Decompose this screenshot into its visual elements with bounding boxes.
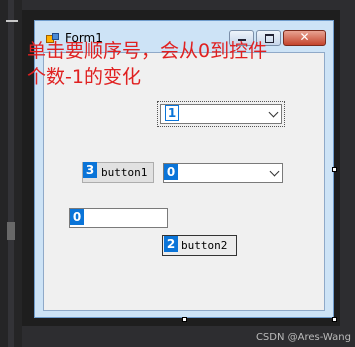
chevron-down-icon [269, 166, 280, 177]
tab-order-badge[interactable]: 1 [165, 105, 179, 121]
close-button[interactable]: ✕ [283, 30, 326, 46]
combobox-middle[interactable] [163, 163, 283, 183]
tab-order-badge[interactable]: 0 [164, 164, 178, 180]
resize-handle-right[interactable] [332, 167, 337, 172]
instruction-note: 单击要顺序号，会从0到控件个数-1的变化 [27, 40, 268, 88]
resize-handle-bottom[interactable] [182, 317, 187, 322]
ide-scrollbar[interactable] [8, 0, 14, 347]
tab-order-badge[interactable]: 2 [164, 236, 178, 252]
tab-order-badge[interactable]: 3 [83, 162, 97, 178]
resize-handle-corner[interactable] [332, 317, 337, 322]
tab-order-badge[interactable]: 0 [70, 209, 84, 225]
chevron-down-icon [268, 107, 279, 118]
ide-tick-mark [6, 20, 18, 22]
close-icon: ✕ [299, 30, 310, 44]
watermark: CSDN @Ares-Wang [255, 332, 351, 343]
ide-left-panel [0, 0, 22, 347]
ide-scroll-thumb[interactable] [7, 222, 15, 240]
